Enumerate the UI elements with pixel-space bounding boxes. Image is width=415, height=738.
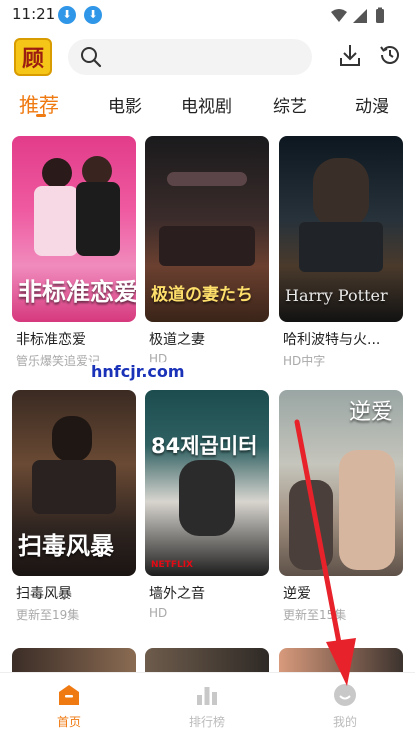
signal-icon	[353, 9, 367, 23]
wifi-icon	[331, 9, 347, 22]
tab-tv-series[interactable]: 电视剧	[181, 92, 232, 117]
video-subtitle: 更新至15集	[283, 608, 347, 622]
poster-image	[12, 648, 136, 674]
video-title: 哈利波特与火...	[283, 332, 381, 348]
video-title: 扫毒风暴	[16, 586, 72, 602]
search-icon	[81, 47, 102, 68]
app-logo[interactable]: 顾	[14, 38, 52, 76]
video-title: 非标准恋爱	[16, 332, 86, 348]
video-title: 墙外之音	[149, 586, 205, 602]
nav-ranking-label: 排行榜	[188, 715, 225, 729]
poster-image: Harry Potter	[279, 136, 403, 322]
video-title: 极道之妻	[149, 332, 205, 348]
nav-home[interactable]: 首页	[0, 673, 138, 738]
search-bar[interactable]	[68, 39, 312, 75]
download-notification-icon: ⬇	[84, 6, 102, 24]
history-icon[interactable]	[378, 43, 402, 67]
poster-image: 非标准恋爱	[12, 136, 136, 322]
poster-title-art: 84제곱미터	[151, 434, 258, 458]
nav-ranking[interactable]: 排行榜	[138, 673, 276, 738]
download-icon[interactable]	[339, 43, 361, 67]
poster-image: 逆爱	[279, 390, 403, 576]
nav-profile-label: 我的	[332, 715, 357, 729]
home-icon	[59, 685, 79, 705]
battery-icon	[376, 9, 384, 23]
tab-anime[interactable]: 动漫	[355, 92, 389, 117]
download-notification-icon: ⬇	[58, 6, 76, 24]
nav-home-label: 首页	[56, 715, 81, 729]
poster-image	[279, 648, 403, 674]
poster-title-art: 逆爱	[348, 400, 393, 425]
tab-variety[interactable]: 综艺	[273, 92, 307, 117]
active-tab-indicator	[36, 114, 46, 117]
system-status-icons	[331, 7, 384, 23]
poster-image: 极道の妻たち	[145, 136, 269, 322]
poster-title-art: 扫毒风暴	[18, 532, 114, 560]
poster-title-art: 非标准恋爱	[18, 278, 136, 306]
poster-image: 84제곱미터 NETFLIX	[145, 390, 269, 576]
category-tabs: 推荐 电影 电视剧 综艺 动漫	[0, 86, 415, 122]
video-subtitle: HD中字	[283, 354, 326, 368]
video-title: 逆爱	[283, 586, 311, 602]
tab-movies[interactable]: 电影	[108, 92, 142, 117]
poster-image	[145, 648, 269, 674]
status-time: 11:21	[12, 5, 56, 23]
video-subtitle: HD	[149, 606, 168, 620]
poster-image: 扫毒风暴	[12, 390, 136, 576]
app-screen: 11:21 ⬇ ⬇ 顾 推荐 电影 电视剧 综艺 动漫 非标准恋爱 非标准恋爱 …	[0, 0, 415, 738]
profile-icon	[334, 684, 356, 706]
video-subtitle: 更新至19集	[16, 608, 80, 622]
ranking-chart-icon	[197, 687, 217, 705]
poster-title-art: 极道の妻たち	[151, 285, 253, 305]
netflix-logo: NETFLIX	[151, 560, 193, 570]
poster-title-art: Harry Potter	[285, 286, 388, 305]
status-bar: 11:21 ⬇ ⬇	[0, 0, 415, 30]
nav-profile[interactable]: 我的	[276, 673, 414, 738]
watermark-text: hnfcjr.com	[89, 362, 187, 381]
bottom-navigation: 首页 排行榜 我的	[0, 672, 415, 738]
